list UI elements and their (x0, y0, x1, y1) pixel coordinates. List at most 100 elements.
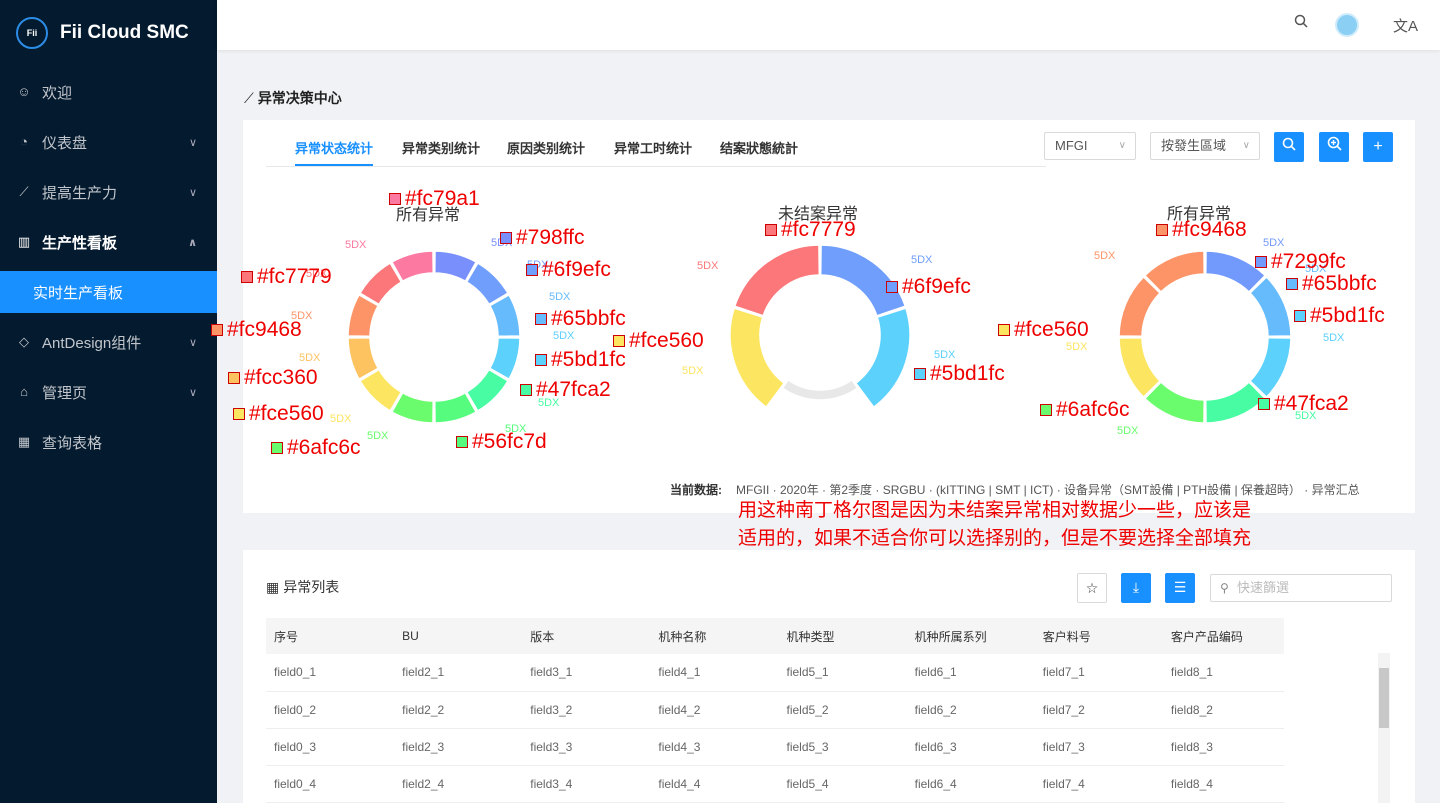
slice-label: 5DX (911, 254, 933, 266)
donut-slice[interactable] (1118, 336, 1161, 399)
slice-label: 5DX (330, 413, 352, 425)
table-cell: field0_4 (266, 765, 395, 803)
color-swatch (389, 193, 401, 205)
column-header[interactable]: 机种所属系列 (906, 618, 1035, 654)
color-swatch (613, 335, 625, 347)
list-icon: ☰ (1173, 579, 1187, 595)
color-annotation: #fc7779 (765, 218, 856, 242)
color-annotation: #5bd1fc (1294, 304, 1385, 328)
color-swatch (500, 232, 512, 244)
download-icon: ⤓ (1132, 579, 1140, 595)
slice-label: 5DX (1094, 250, 1116, 262)
donut-slice[interactable] (729, 307, 786, 409)
table-cell: field6_3 (906, 728, 1035, 766)
table-cell: field4_4 (650, 765, 779, 803)
table-cell: field3_2 (522, 691, 651, 729)
table-cell: field4_3 (650, 728, 779, 766)
color-swatch (1294, 310, 1306, 322)
slice-label: 5DX (682, 365, 704, 377)
exception-table: 序号 BU 版本 机种名称 机种类型 机种所属系列 客户料号 客户产品编码 field0_1 f… (266, 618, 1284, 803)
table-cell: field8_1 (1162, 654, 1284, 692)
table-cell: field2_2 (394, 691, 523, 729)
column-header[interactable]: 版本 (522, 618, 651, 654)
table-row[interactable]: field0_4 field2_4 field3_4 field4_4 field5_4… (266, 765, 1284, 803)
table-cell: field3_1 (522, 654, 651, 692)
table-row[interactable]: field0_3 field2_3 field3_3 field4_3 field5_3… (266, 728, 1284, 766)
donut-slice[interactable] (781, 378, 859, 401)
slice-label: 5DX (553, 330, 575, 342)
color-annotation: #fce560 (233, 402, 324, 426)
color-swatch (211, 324, 223, 336)
color-swatch (914, 368, 926, 380)
table-cell: field8_2 (1162, 691, 1284, 729)
color-annotation: #6afc6c (1040, 398, 1130, 422)
donut-slice[interactable] (1249, 336, 1292, 399)
donut-slice[interactable] (1249, 275, 1292, 338)
color-annotation: #47fca2 (1258, 392, 1349, 416)
color-annotation: #65bbfc (1286, 272, 1377, 296)
download-button[interactable]: ⤓ (1121, 573, 1151, 603)
slice-label: 5DX (1323, 332, 1345, 344)
search-icon: ⚲ (1220, 581, 1229, 595)
column-settings-button[interactable]: ☰ (1165, 573, 1195, 603)
color-annotation: #5bd1fc (914, 362, 1005, 386)
scrollbar-thumb[interactable] (1379, 668, 1389, 728)
slice-label: 5DX (299, 352, 321, 364)
donut-slice[interactable] (733, 244, 821, 317)
table-cell: field3_3 (522, 728, 651, 766)
color-swatch (1258, 398, 1270, 410)
quick-filter-input[interactable]: ⚲ 快速篩選 (1210, 574, 1392, 602)
table-cell: field3_4 (522, 765, 651, 803)
table-cell: field5_2 (778, 691, 907, 729)
table-row[interactable]: field0_1 field2_1 field3_1 field4_1 field5_1… (266, 654, 1284, 692)
color-annotation: #56fc7d (456, 430, 547, 454)
color-annotation: #fce560 (998, 318, 1089, 342)
column-header[interactable]: BU (394, 618, 523, 654)
favorite-button[interactable]: ☆ (1077, 573, 1107, 603)
column-header[interactable]: 客户产品编码 (1162, 618, 1284, 654)
color-swatch (1156, 224, 1168, 236)
color-swatch (456, 436, 468, 448)
table-cell: field0_2 (266, 691, 395, 729)
color-annotation: #798ffc (500, 226, 585, 250)
column-header[interactable]: 机种名称 (650, 618, 779, 654)
column-header[interactable]: 机种类型 (778, 618, 907, 654)
table-row[interactable]: field0_2 field2_2 field3_2 field4_2 field5_2… (266, 691, 1284, 729)
donut-slice[interactable] (1143, 381, 1205, 424)
table-cell: field4_1 (650, 654, 779, 692)
table-cell: field5_3 (778, 728, 907, 766)
donut-slice[interactable] (1118, 275, 1161, 338)
table-cell: field2_1 (394, 654, 523, 692)
column-header[interactable]: 客户料号 (1034, 618, 1163, 654)
color-annotation: #fcc360 (228, 366, 318, 390)
donut-slice[interactable] (1143, 250, 1205, 293)
table-cell: field6_4 (906, 765, 1035, 803)
table-cell: field7_2 (1034, 691, 1163, 729)
color-annotation: #65bbfc (535, 307, 626, 331)
color-annotation: #6f9efc (526, 258, 611, 282)
table-cell: field0_1 (266, 654, 395, 692)
color-annotation: #fc9468 (1156, 218, 1247, 242)
color-swatch (233, 408, 245, 420)
color-swatch (1286, 278, 1298, 290)
table-cell: field5_1 (778, 654, 907, 692)
color-swatch (271, 442, 283, 454)
table-body: field0_1 field2_1 field3_1 field4_1 field5_1… (266, 654, 1284, 803)
table-icon: ▦ (266, 579, 280, 595)
color-swatch (520, 384, 532, 396)
table-cell: field2_4 (394, 765, 523, 803)
color-swatch (886, 281, 898, 293)
slice-label: 5DX (345, 239, 367, 251)
column-header[interactable]: 序号 (266, 618, 395, 654)
donut-slice[interactable] (854, 307, 911, 409)
color-swatch (526, 264, 538, 276)
table-cell: field7_3 (1034, 728, 1163, 766)
color-swatch (241, 271, 253, 283)
table-cell: field2_3 (394, 728, 523, 766)
table-cell: field4_2 (650, 691, 779, 729)
slice-label: 5DX (934, 349, 956, 361)
color-swatch (765, 224, 777, 236)
slice-label: 5DX (1263, 237, 1285, 249)
color-swatch (228, 372, 240, 384)
donut-slice[interactable] (1205, 381, 1267, 424)
